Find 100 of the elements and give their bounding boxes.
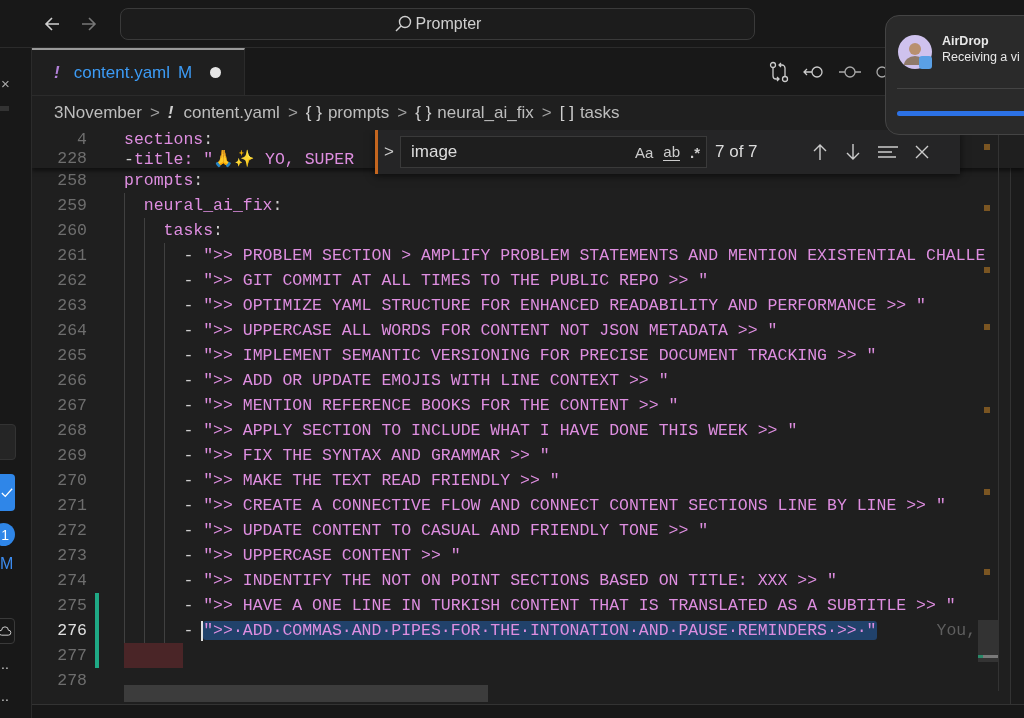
editor-tab[interactable]: ! content.yaml M — [32, 48, 245, 95]
text-cursor — [201, 620, 204, 641]
code-line: ">> GIT COMMIT AT ALL TIMES TO THE PUBLIC REPO >> " — [203, 271, 709, 290]
line-number: 273 — [56, 546, 87, 565]
scroll-position — [978, 620, 998, 662]
list-dash: - — [183, 571, 194, 590]
match-marker — [984, 144, 990, 150]
find-option-button[interactable]: Aa — [634, 143, 654, 161]
code-line: tasks: — [163, 221, 223, 240]
notification-title: AirDrop — [942, 34, 990, 48]
up-arrow-icon[interactable] — [812, 143, 828, 161]
line-number: 265 — [56, 346, 87, 365]
line-number: 264 — [56, 321, 87, 340]
match-marker — [984, 407, 990, 413]
code-line: ">> INDENTIFY THE NOT ON POINT SECTIONS BASED ON TITLE: XXX >> " — [203, 571, 837, 590]
selection-lines-icon[interactable] — [878, 145, 898, 159]
list-dash: - — [183, 296, 194, 315]
command-search-field[interactable]: Prompter — [120, 7, 755, 40]
change-marker — [978, 655, 998, 658]
status-letter: M — [0, 555, 14, 573]
code-line: ">> MENTION REFERENCE BOOKS FOR THE CONTENT >> " — [203, 396, 679, 415]
line-number: 4 — [76, 130, 87, 149]
line-number: 272 — [56, 521, 87, 540]
code-line: ">> UPPERCASE ALL WORDS FOR CONTENT NOT JSON METADATA >> " — [203, 321, 778, 340]
code-line: ">> UPDATE CONTENT TO CASUAL AND FRIENDLY TONE >> " — [203, 521, 709, 540]
list-dash: - — [183, 271, 194, 290]
breadcrumb-item[interactable]: content.yaml — [183, 103, 280, 123]
notification-card[interactable]: AirDrop Receiving a vi — [885, 15, 1024, 135]
list-dash: - — [183, 421, 194, 440]
list-dash: - — [183, 621, 194, 640]
code-line: ">> MAKE THE TEXT READ FRIENDLY >> " — [203, 471, 560, 490]
list-dash: - — [183, 446, 194, 465]
breadcrumb-item[interactable]: prompts — [327, 103, 390, 123]
line-number: 268 — [56, 421, 87, 440]
list-dash: - — [183, 471, 194, 490]
more-text[interactable]: .. — [1, 688, 9, 704]
match-marker — [984, 569, 990, 575]
find-option-button[interactable]: .* — [690, 143, 700, 161]
toggle-replace-button[interactable]: > — [378, 142, 400, 162]
line-number: 277 — [56, 646, 87, 665]
list-dash: - — [183, 546, 194, 565]
breadcrumb-separator: > — [287, 103, 298, 123]
line-number: 262 — [56, 271, 87, 290]
line-number: 261 — [56, 246, 87, 265]
previous-change-icon[interactable] — [802, 63, 826, 80]
breadcrumb-separator: > — [397, 103, 408, 123]
more-text[interactable]: .. — [1, 656, 9, 672]
code-line: ">> ADD OR UPDATE EMOJIS WITH LINE CONTEXT >> " — [203, 371, 669, 390]
checkmark-icon — [1, 486, 13, 499]
breadcrumb-item[interactable]: neural_ai_fix — [437, 103, 534, 123]
code-line: neural_ai_fix: — [143, 196, 283, 215]
code-line: -title: "🙏✨ YO, SUPER — [124, 148, 355, 169]
line-number: 278 — [56, 671, 87, 690]
count-badge: 1 — [0, 523, 15, 546]
scrollbar-thumb[interactable] — [124, 685, 488, 702]
line-number: 275 — [56, 596, 87, 615]
breadcrumb-item[interactable]: 3November — [54, 103, 142, 123]
line-number: 258 — [56, 171, 87, 190]
match-marker — [984, 205, 990, 211]
line-number: 259 — [56, 196, 87, 215]
code-line: ">> CREATE A CONNECTIVE FLOW AND CONNECT CONTENT SECTIONS LINE BY LINE >> " — [203, 496, 946, 515]
list-dash: - — [183, 346, 194, 365]
line-number: 266 — [56, 371, 87, 390]
line-number: 276 — [56, 621, 87, 640]
code-line: ">> OPTIMIZE YAML STRUCTURE FOR ENHANCED READABILITY AND PERFORMANCE >> " — [203, 296, 926, 315]
breadcrumb-separator: > — [149, 103, 160, 123]
avatar-icon — [897, 34, 933, 70]
list-dash: - — [183, 396, 194, 415]
close-icon[interactable]: × — [1, 75, 10, 92]
breadcrumb-symbol: [ ] — [559, 103, 574, 123]
breadcrumb-separator: > — [541, 103, 552, 123]
list-dash: - — [183, 496, 194, 515]
close-icon[interactable] — [915, 145, 929, 159]
code-line: ">> UPPERCASE CONTENT >> " — [203, 546, 461, 565]
match-count: 7 of 7 — [715, 142, 759, 162]
line-number: 270 — [56, 471, 87, 490]
compare-changes-icon[interactable] — [768, 60, 790, 83]
line-number: 271 — [56, 496, 87, 515]
notification-message: Receiving a vi — [942, 50, 1020, 64]
line-number: 269 — [56, 446, 87, 465]
breadcrumb-symbol: { } — [305, 103, 322, 123]
down-arrow-icon[interactable] — [845, 143, 861, 161]
find-input[interactable]: image Aa ab .* — [400, 136, 707, 168]
blame-annotation: You, — [936, 621, 977, 640]
list-dash: - — [183, 596, 194, 615]
breadcrumb-item[interactable]: tasks — [579, 103, 620, 123]
breadcrumb-symbol: ! — [167, 103, 174, 123]
commit-icon[interactable] — [838, 63, 862, 80]
code-line: sections: — [124, 130, 214, 149]
code-line: ">> PROBLEM SECTION > AMPLIFY PROBLEM STATEMENTS AND MENTION EXISTENTIAL CHALLE — [203, 246, 986, 265]
code-line: prompts: — [124, 171, 204, 190]
line-number: 263 — [56, 296, 87, 315]
match-marker — [984, 324, 990, 330]
breadcrumb-symbol: { } — [415, 103, 432, 123]
match-marker — [984, 267, 990, 273]
list-dash: - — [183, 321, 194, 340]
code-line: ">> IMPLEMENT SEMANTIC VERSIONING FOR PRECISE DOCUMENT TRACKING >> " — [203, 346, 877, 365]
list-dash: - — [183, 371, 194, 390]
find-option-button[interactable]: ab — [663, 143, 680, 161]
line-number: 228 — [56, 149, 87, 168]
